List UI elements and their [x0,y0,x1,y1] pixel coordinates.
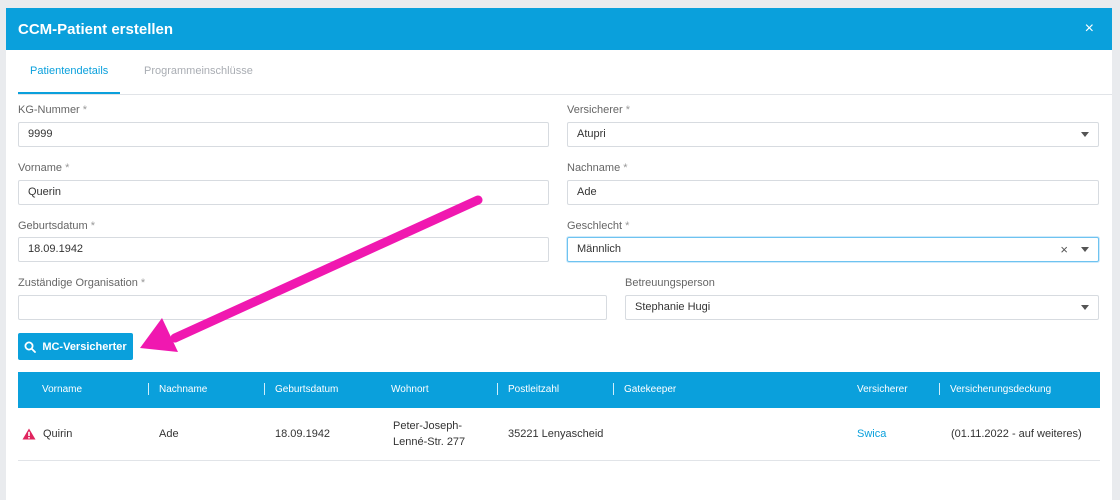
tab-bar: Patientendetails Programmeinschlüsse [18,58,1112,95]
search-icon [24,341,37,353]
cell-versicherungsdeckung: (01.11.2022 - auf weiteres) [951,428,1082,440]
column-vorname[interactable]: Vorname [42,372,82,408]
column-divider [148,383,149,395]
nachname-label: Nachname * [567,162,628,174]
required-mark: * [140,277,146,289]
nachname-input[interactable]: Ade [567,180,1099,205]
dialog-title: CCM-Patient erstellen [18,20,174,38]
column-gatekeeper[interactable]: Gatekeeper [624,372,676,408]
column-divider [264,383,265,395]
column-versicherer[interactable]: Versicherer [857,372,908,408]
cell-geburtsdatum: 18.09.1942 [275,428,331,440]
chevron-down-icon[interactable] [1081,132,1089,137]
chevron-down-icon[interactable] [1081,305,1089,310]
tab-patientendetails[interactable]: Patientendetails [18,58,121,94]
warning-icon [22,428,36,440]
geburtsdatum-label-text: Geburtsdatum [18,220,88,232]
organisation-label-text: Zuständige Organisation [18,277,138,289]
column-postleitzahl[interactable]: Postleitzahl [508,372,559,408]
chevron-down-icon[interactable] [1081,247,1089,252]
wohnort-line-1: Peter-Joseph- [393,420,463,432]
column-nachname[interactable]: Nachname [159,372,207,408]
kg-nummer-input[interactable]: 9999 [18,122,549,147]
cell-wohnort: Peter-Joseph- Lenné-Str. 277 [393,408,465,460]
tab-programmeinschluesse[interactable]: Programmeinschlüsse [132,58,265,92]
versicherer-label: Versicherer * [567,104,630,116]
vorname-label-text: Vorname [18,162,63,174]
nachname-value: Ade [577,186,597,198]
betreuungsperson-label-text: Betreuungsperson [625,277,715,289]
search-button-label: MC-Versicherter [42,340,127,353]
table-row[interactable]: Quirin Ade 18.09.1942 Peter-Joseph- Lenn… [18,408,1100,461]
column-divider [497,383,498,395]
required-mark: * [625,104,630,116]
column-versicherungsdeckung[interactable]: Versicherungsdeckung [950,372,1051,408]
versicherer-select[interactable]: Atupri [567,122,1099,147]
create-patient-dialog: CCM-Patient erstellen × Patientendetails… [6,8,1112,500]
column-wohnort[interactable]: Wohnort [391,372,429,408]
cell-postleitzahl: 35221 Lenyascheid [508,428,604,440]
required-mark: * [65,162,70,174]
geschlecht-value: Männlich [577,243,622,255]
mc-versicherter-search-button[interactable]: MC-Versicherter [18,333,133,360]
geschlecht-label: Geschlecht * [567,220,629,232]
geschlecht-select[interactable]: Männlich × [567,237,1099,262]
kg-nummer-label-text: KG-Nummer [18,104,80,116]
cell-nachname: Ade [159,428,179,440]
betreuungsperson-label: Betreuungsperson [625,277,715,289]
column-divider [613,383,614,395]
nachname-label-text: Nachname [567,162,621,174]
versicherer-value: Atupri [577,128,606,140]
geburtsdatum-label: Geburtsdatum * [18,220,95,232]
required-mark: * [90,220,96,232]
wohnort-line-2: Lenné-Str. 277 [393,436,466,448]
required-mark: * [625,220,630,232]
organisation-input[interactable] [18,295,607,320]
vorname-input[interactable]: Querin [18,180,549,205]
kg-nummer-value: 9999 [28,128,53,140]
geburtsdatum-value: 18.09.1942 [28,243,84,255]
results-table-header: Vorname Nachname Geburtsdatum Wohnort Po… [18,372,1100,408]
column-divider [939,383,940,395]
kg-nummer-label: KG-Nummer * [18,104,87,116]
required-mark: * [623,162,628,174]
clear-icon[interactable]: × [1060,238,1068,261]
geburtsdatum-input[interactable]: 18.09.1942 [18,237,549,262]
vorname-label: Vorname * [18,162,69,174]
required-mark: * [82,104,88,116]
versicherer-label-text: Versicherer [567,104,623,116]
betreuungsperson-select[interactable]: Stephanie Hugi [625,295,1099,320]
close-button[interactable]: × [1079,16,1100,42]
column-geburtsdatum[interactable]: Geburtsdatum [275,372,338,408]
cell-versicherer-link[interactable]: Swica [857,408,886,460]
dialog-header: CCM-Patient erstellen × [6,8,1112,50]
geschlecht-label-text: Geschlecht [567,220,623,232]
vorname-value: Querin [28,186,62,198]
betreuungsperson-value: Stephanie Hugi [635,301,711,313]
organisation-label: Zuständige Organisation * [18,277,145,289]
cell-vorname: Quirin [43,428,73,440]
